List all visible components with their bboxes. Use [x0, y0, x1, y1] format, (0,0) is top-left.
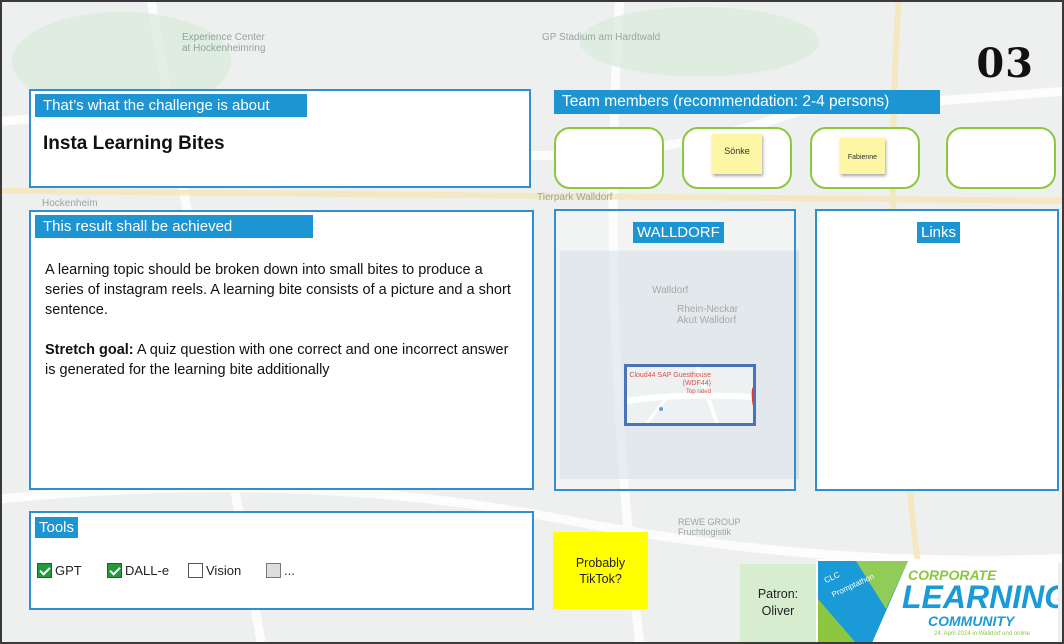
result-panel: This result shall be achieved A learning… [29, 210, 534, 490]
sticky-note-fabienne[interactable]: Fabienne [840, 138, 885, 174]
links-label: Links [917, 222, 961, 243]
stretch-goal-label: Stretch goal: [45, 342, 134, 358]
tool-vision-label: Vision [206, 563, 242, 578]
vision-checkbox[interactable] [188, 563, 203, 578]
team-member-slot-1[interactable] [554, 127, 664, 189]
gpt-checkbox[interactable] [37, 563, 52, 578]
tool-gpt-label: GPT [55, 563, 82, 578]
patron-box: Patron: Oliver [740, 564, 816, 642]
result-label: This result shall be achieved [35, 215, 313, 238]
tool-other-label: ... [284, 563, 295, 578]
logo-word-learning: LEARNING [902, 579, 1058, 615]
tool-dalle-label: DALL-e [125, 563, 170, 578]
map-poi-name: Cloud44 SAP Guesthouse (WDF44) [629, 372, 711, 387]
logo-date-line: 24. April 2024 in Walldorf und online [934, 631, 1030, 637]
team-member-slot-4[interactable] [946, 127, 1056, 189]
location-label: WALLDORF [633, 222, 724, 243]
team-members-label: Team members (recommendation: 2-4 person… [554, 90, 940, 114]
logo-word-community: COMMUNITY [928, 613, 1015, 629]
board-number: 03 [976, 40, 1034, 87]
tools-panel: Tools GPT DALL-e Vision ... [29, 511, 534, 610]
whiteboard-frame: Experience Center at Hockenheimring GP S… [0, 0, 1064, 644]
location-panel: WALLDORF Cloud44 SAP Guesthouse (WDF44) … [554, 209, 796, 491]
map-label-rewe: REWE GROUP Fruchtlogistik [678, 517, 741, 537]
dalle-checkbox[interactable] [107, 563, 122, 578]
map-label-hockenheim: Hockenheim [42, 198, 98, 209]
location-map-thumbnail[interactable]: Cloud44 SAP Guesthouse (WDF44) Top rated [624, 364, 756, 426]
tools-label: Tools [35, 517, 79, 538]
clc-logo: CLC Promptathon CORPORATE LEARNING COMMU… [816, 559, 1058, 642]
sticky-note-sonke[interactable]: Sönke [712, 134, 762, 174]
tool-other[interactable]: ... [266, 563, 295, 578]
result-paragraph: A learning topic should be broken down i… [45, 262, 511, 318]
tiktok-sticky-note[interactable]: Probably TikTok? [553, 532, 648, 609]
map-label-gp-stadium: GP Stadium am Hardtwald [542, 32, 661, 43]
challenge-label: That’s what the challenge is about [35, 94, 307, 117]
map-label-tierpark: Tierpark Walldorf [537, 192, 613, 203]
links-panel: Links [815, 209, 1059, 491]
result-description[interactable]: A learning topic should be broken down i… [45, 260, 521, 400]
tool-vision[interactable]: Vision [188, 563, 241, 578]
stretch-goal-paragraph: Stretch goal: A quiz question with one c… [45, 340, 521, 380]
challenge-title[interactable]: Insta Learning Bites [43, 133, 225, 155]
tool-gpt[interactable]: GPT [37, 563, 82, 578]
team-member-slot-3[interactable]: Fabienne [810, 127, 920, 189]
other-checkbox[interactable] [266, 563, 281, 578]
map-label-experience-center: Experience Center at Hockenheimring [182, 32, 266, 54]
map-poi-rating: Top rated [685, 389, 711, 395]
team-member-slot-2[interactable]: Sönke [682, 127, 792, 189]
challenge-panel: That’s what the challenge is about Insta… [29, 89, 531, 188]
tool-dalle[interactable]: DALL-e [107, 563, 169, 578]
